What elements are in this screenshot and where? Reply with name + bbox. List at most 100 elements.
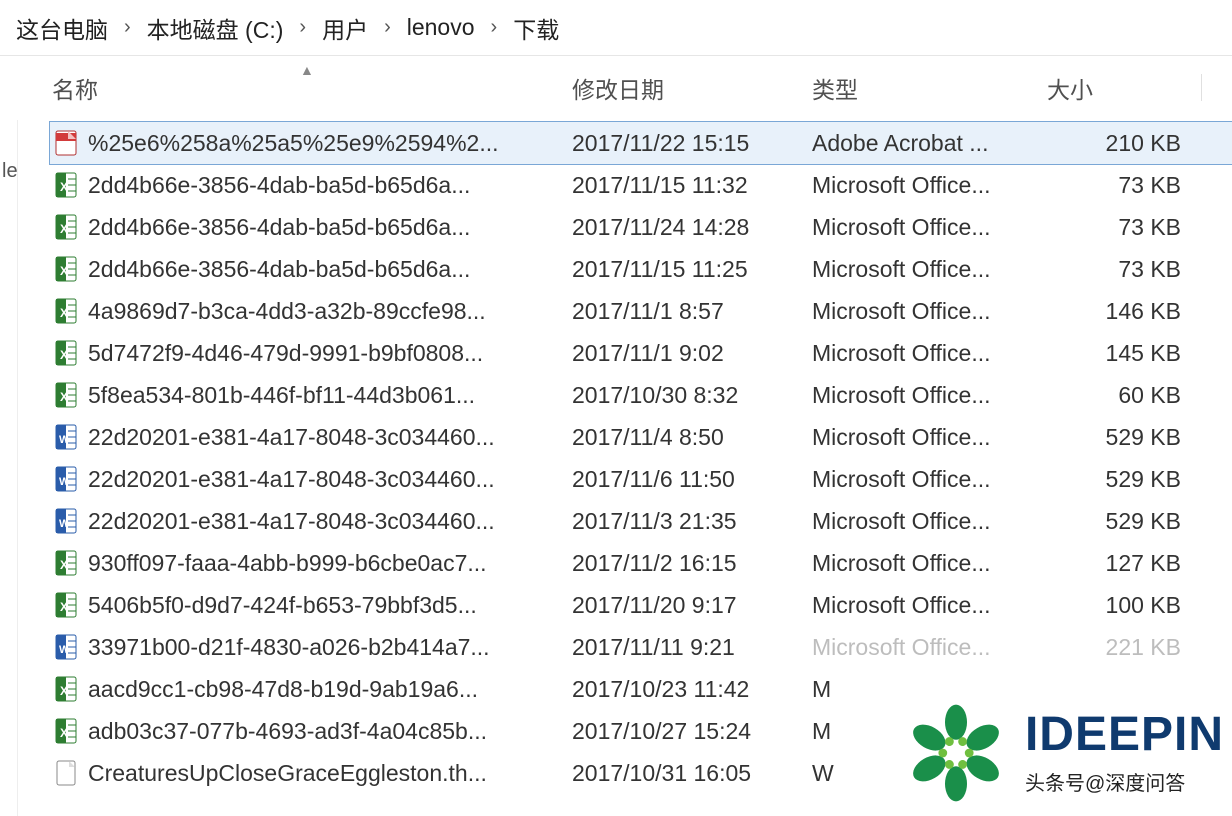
file-row[interactable]: W22d20201-e381-4a17-8048-3c034460...2017… bbox=[50, 500, 1232, 542]
file-row[interactable]: W 22d20201-e381-4a17-8048-3c034460... 2017… bbox=[50, 416, 1232, 458]
file-type: Microsoft Office... bbox=[812, 592, 1047, 619]
file-size: 100 KB bbox=[1047, 592, 1187, 619]
file-name: 4a9869d7-b3ca-4dd3-a32b-89ccfe98... bbox=[82, 298, 486, 325]
file-row[interactable]: X2dd4b66e-3856-4dab-ba5d-b65d6a...2017/1… bbox=[50, 164, 1232, 206]
chevron-right-icon[interactable]: › bbox=[479, 16, 510, 39]
file-date: 2017/11/20 9:17 bbox=[572, 592, 812, 619]
file-name-cell[interactable]: X2dd4b66e-3856-4dab-ba5d-b65d6a... bbox=[50, 255, 572, 283]
file-row[interactable]: X 4a9869d7-b3ca-4dd3-a32b-89ccfe98... 2017… bbox=[50, 290, 1232, 332]
file-name-cell[interactable]: %25e6%258a%25a5%25e9%2594%2... bbox=[50, 129, 572, 157]
svg-text:W: W bbox=[59, 518, 70, 530]
word-icon: W bbox=[50, 465, 82, 493]
file-name-cell[interactable]: Xadb03c37-077b-4693-ad3f-4a04c85b... bbox=[50, 717, 572, 745]
file-list: %25e6%258a%25a5%25e9%2594%2...2017/11/22… bbox=[0, 120, 1232, 794]
excel-icon: X bbox=[50, 381, 82, 409]
column-header-date[interactable]: 修改日期 bbox=[572, 71, 812, 105]
excel-icon: X bbox=[50, 297, 82, 325]
breadcrumb-item[interactable]: 这台电脑 bbox=[12, 11, 112, 45]
file-type: Adobe Acrobat ... bbox=[812, 130, 1047, 157]
file-row[interactable]: %25e6%258a%25a5%25e9%2594%2...2017/11/22… bbox=[50, 122, 1232, 164]
file-type: Microsoft Office... bbox=[812, 256, 1047, 283]
file-name-cell[interactable]: X5406b5f0-d9d7-424f-b653-79bbf3d5... bbox=[50, 591, 572, 619]
file-date: 2017/10/27 15:24 bbox=[572, 718, 812, 745]
file-name-cell[interactable]: W 33971b00-d21f-4830-a026-b2b414a7... bbox=[50, 633, 572, 661]
file-name: aacd9cc1-cb98-47d8-b19d-9ab19a6... bbox=[82, 676, 478, 703]
file-name-cell[interactable]: X2dd4b66e-3856-4dab-ba5d-b65d6a... bbox=[50, 171, 572, 199]
sort-indicator-icon: ▲ bbox=[300, 62, 314, 78]
breadcrumb-item[interactable]: 下载 bbox=[509, 11, 563, 45]
file-row[interactable]: W33971b00-d21f-4830-a026-b2b414a7...2017… bbox=[50, 626, 1232, 668]
file-name-cell[interactable]: W 22d20201-e381-4a17-8048-3c034460... bbox=[50, 465, 572, 493]
chevron-right-icon[interactable]: › bbox=[372, 16, 403, 39]
breadcrumb-item[interactable]: lenovo bbox=[403, 14, 479, 41]
svg-text:X: X bbox=[60, 222, 68, 236]
file-type: Microsoft Office... bbox=[812, 466, 1047, 493]
file-name: 2dd4b66e-3856-4dab-ba5d-b65d6a... bbox=[82, 256, 470, 283]
svg-text:W: W bbox=[59, 434, 70, 446]
file-name: 22d20201-e381-4a17-8048-3c034460... bbox=[82, 466, 495, 493]
file-name: 930ff097-faaa-4abb-b999-b6cbe0ac7... bbox=[82, 550, 487, 577]
file-name: 22d20201-e381-4a17-8048-3c034460... bbox=[82, 424, 495, 451]
chevron-right-icon[interactable]: › bbox=[112, 16, 143, 39]
file-size: 529 KB bbox=[1047, 424, 1187, 451]
file-row[interactable]: X5d7472f9-4d46-479d-9991-b9bf0808...2017… bbox=[50, 332, 1232, 374]
file-name-cell[interactable]: X 4a9869d7-b3ca-4dd3-a32b-89ccfe98... bbox=[50, 297, 572, 325]
file-name-cell[interactable]: X5d7472f9-4d46-479d-9991-b9bf0808... bbox=[50, 339, 572, 367]
excel-icon: X bbox=[50, 675, 82, 703]
file-row[interactable]: X2dd4b66e-3856-4dab-ba5d-b65d6a...2017/1… bbox=[50, 206, 1232, 248]
file-date: 2017/11/15 11:25 bbox=[572, 256, 812, 283]
file-size: 529 KB bbox=[1047, 466, 1187, 493]
excel-icon: X bbox=[50, 213, 82, 241]
file-row[interactable]: Xadb03c37-077b-4693-ad3f-4a04c85b...2017… bbox=[50, 710, 1232, 752]
file-name: CreaturesUpCloseGraceEggleston.th... bbox=[82, 760, 487, 787]
file-type: Microsoft Office... bbox=[812, 340, 1047, 367]
file-name-cell[interactable]: W22d20201-e381-4a17-8048-3c034460... bbox=[50, 507, 572, 535]
file-name-cell[interactable]: X930ff097-faaa-4abb-b999-b6cbe0ac7... bbox=[50, 549, 572, 577]
word-icon: W bbox=[50, 507, 82, 535]
svg-text:X: X bbox=[60, 348, 68, 362]
file-row[interactable]: Xaacd9cc1-cb98-47d8-b19d-9ab19a6...2017/… bbox=[50, 668, 1232, 710]
excel-icon: X bbox=[50, 549, 82, 577]
breadcrumb-item[interactable]: 本地磁盘 (C:) bbox=[143, 11, 288, 45]
file-name-cell[interactable]: W 22d20201-e381-4a17-8048-3c034460... bbox=[50, 423, 572, 451]
file-name-cell[interactable]: X2dd4b66e-3856-4dab-ba5d-b65d6a... bbox=[50, 213, 572, 241]
file-name-cell[interactable]: CreaturesUpCloseGraceEggleston.th... bbox=[50, 759, 572, 787]
file-name-cell[interactable]: Xaacd9cc1-cb98-47d8-b19d-9ab19a6... bbox=[50, 675, 572, 703]
file-type: Microsoft Office... bbox=[812, 382, 1047, 409]
file-name-cell[interactable]: X 5f8ea534-801b-446f-bf11-44d3b061... bbox=[50, 381, 572, 409]
breadcrumb-item[interactable]: 用户 bbox=[318, 11, 372, 45]
excel-icon: X bbox=[50, 717, 82, 745]
column-header-size[interactable]: 大小 bbox=[1047, 71, 1187, 105]
file-date: 2017/11/4 8:50 bbox=[572, 424, 812, 451]
chevron-right-icon[interactable]: › bbox=[287, 16, 318, 39]
file-date: 2017/11/22 15:15 bbox=[572, 130, 812, 157]
header-separator bbox=[1201, 74, 1202, 101]
file-name: 33971b00-d21f-4830-a026-b2b414a7... bbox=[82, 634, 490, 661]
svg-text:X: X bbox=[60, 306, 68, 320]
file-row[interactable]: W22d20201-e381-4a17-8048-3c034460...2017… bbox=[50, 458, 1232, 500]
file-name: 5f8ea534-801b-446f-bf11-44d3b061... bbox=[82, 382, 475, 409]
svg-text:X: X bbox=[60, 390, 68, 404]
file-date: 2017/11/15 11:32 bbox=[572, 172, 812, 199]
file-row[interactable]: X5406b5f0-d9d7-424f-b653-79bbf3d5...2017… bbox=[50, 584, 1232, 626]
excel-icon: X bbox=[50, 255, 82, 283]
pdf-icon bbox=[50, 129, 82, 157]
nav-tree-sliver: le bbox=[0, 120, 18, 816]
file-type: M bbox=[812, 718, 1047, 745]
svg-text:W: W bbox=[59, 644, 70, 656]
file-date: 2017/11/1 8:57 bbox=[572, 298, 812, 325]
file-row[interactable]: X 5f8ea534-801b-446f-bf11-44d3b061... 2017… bbox=[50, 374, 1232, 416]
file-date: 2017/10/30 8:32 bbox=[572, 382, 812, 409]
file-date: 2017/10/23 11:42 bbox=[572, 676, 812, 703]
breadcrumb[interactable]: 这台电脑›本地磁盘 (C:)›用户›lenovo›下载 bbox=[0, 0, 1232, 56]
column-header-type[interactable]: 类型 bbox=[812, 71, 1047, 105]
file-date: 2017/10/31 16:05 bbox=[572, 760, 812, 787]
file-type: Microsoft Office... bbox=[812, 550, 1047, 577]
svg-text:W: W bbox=[59, 476, 70, 488]
column-headers: ▲ 名称 修改日期 类型 大小 bbox=[0, 56, 1232, 120]
file-date: 2017/11/24 14:28 bbox=[572, 214, 812, 241]
file-type: Microsoft Office... bbox=[812, 424, 1047, 451]
file-row[interactable]: X2dd4b66e-3856-4dab-ba5d-b65d6a...2017/1… bbox=[50, 248, 1232, 290]
file-row[interactable]: X930ff097-faaa-4abb-b999-b6cbe0ac7...201… bbox=[50, 542, 1232, 584]
file-row[interactable]: CreaturesUpCloseGraceEggleston.th... 2017… bbox=[50, 752, 1232, 794]
